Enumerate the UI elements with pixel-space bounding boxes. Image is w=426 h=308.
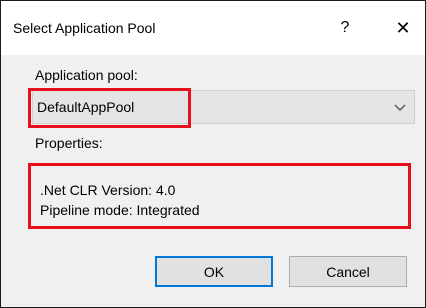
dialog-title: Select Application Pool [13, 20, 156, 36]
clr-version-text: .Net CLR Version: 4.0 [40, 182, 176, 198]
help-button[interactable]: ? [327, 13, 363, 43]
ok-button[interactable]: OK [155, 256, 273, 287]
cancel-button[interactable]: Cancel [289, 256, 407, 287]
selected-pool-value: DefaultAppPool [37, 99, 135, 115]
application-pool-dropdown[interactable]: DefaultAppPool [32, 90, 415, 124]
pipeline-mode-text: Pipeline mode: Integrated [40, 202, 200, 218]
select-application-pool-dialog: Select Application Pool ? ✕ Application … [0, 0, 426, 308]
properties-label: Properties: [35, 135, 103, 151]
properties-panel: .Net CLR Version: 4.0 Pipeline mode: Int… [32, 161, 412, 229]
close-button[interactable]: ✕ [385, 13, 421, 43]
title-bar: Select Application Pool ? ✕ [1, 1, 425, 55]
application-pool-label: Application pool: [35, 67, 138, 83]
chevron-down-icon [394, 104, 406, 111]
